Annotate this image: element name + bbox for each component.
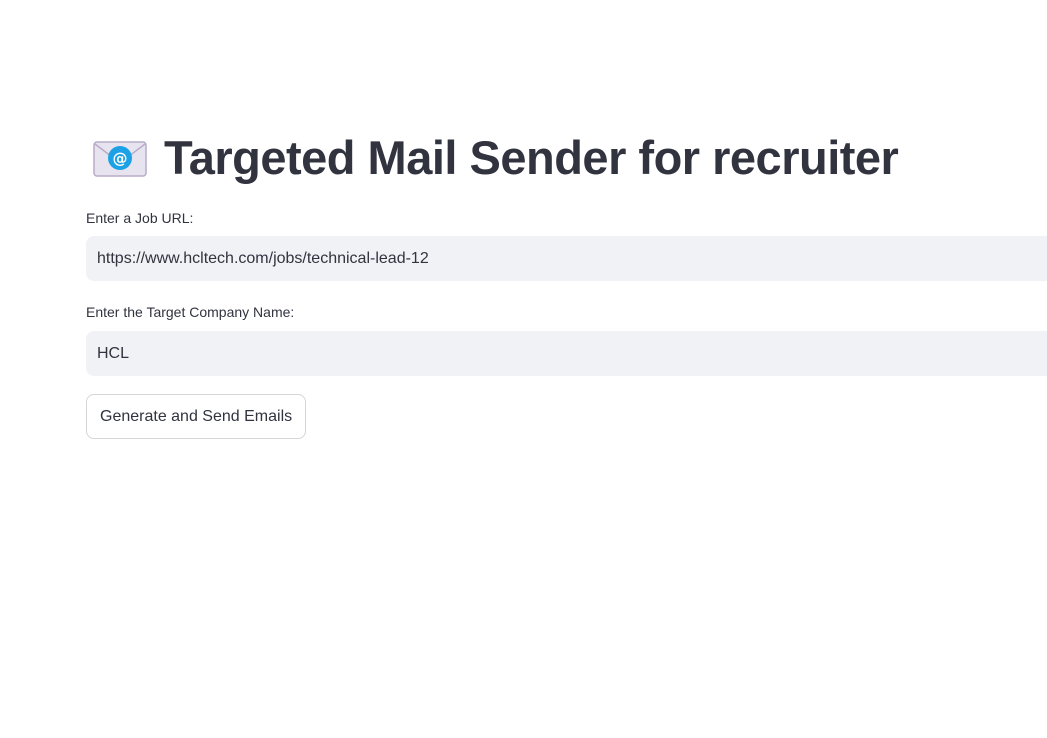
job-url-input[interactable] [86,236,1047,281]
envelope-with-at-icon: @ [92,136,148,180]
page-title: Targeted Mail Sender for recruiter [164,131,899,184]
app-root: @ Targeted Mail Sender for recruiter Ent… [0,0,1047,738]
company-name-label: Enter the Target Company Name: [86,304,295,320]
company-name-input[interactable] [86,331,1047,376]
job-url-label: Enter a Job URL: [86,210,194,226]
svg-text:@: @ [113,150,128,168]
generate-and-send-button[interactable]: Generate and Send Emails [86,394,307,439]
page-header: @ Targeted Mail Sender for recruiter [92,128,899,188]
